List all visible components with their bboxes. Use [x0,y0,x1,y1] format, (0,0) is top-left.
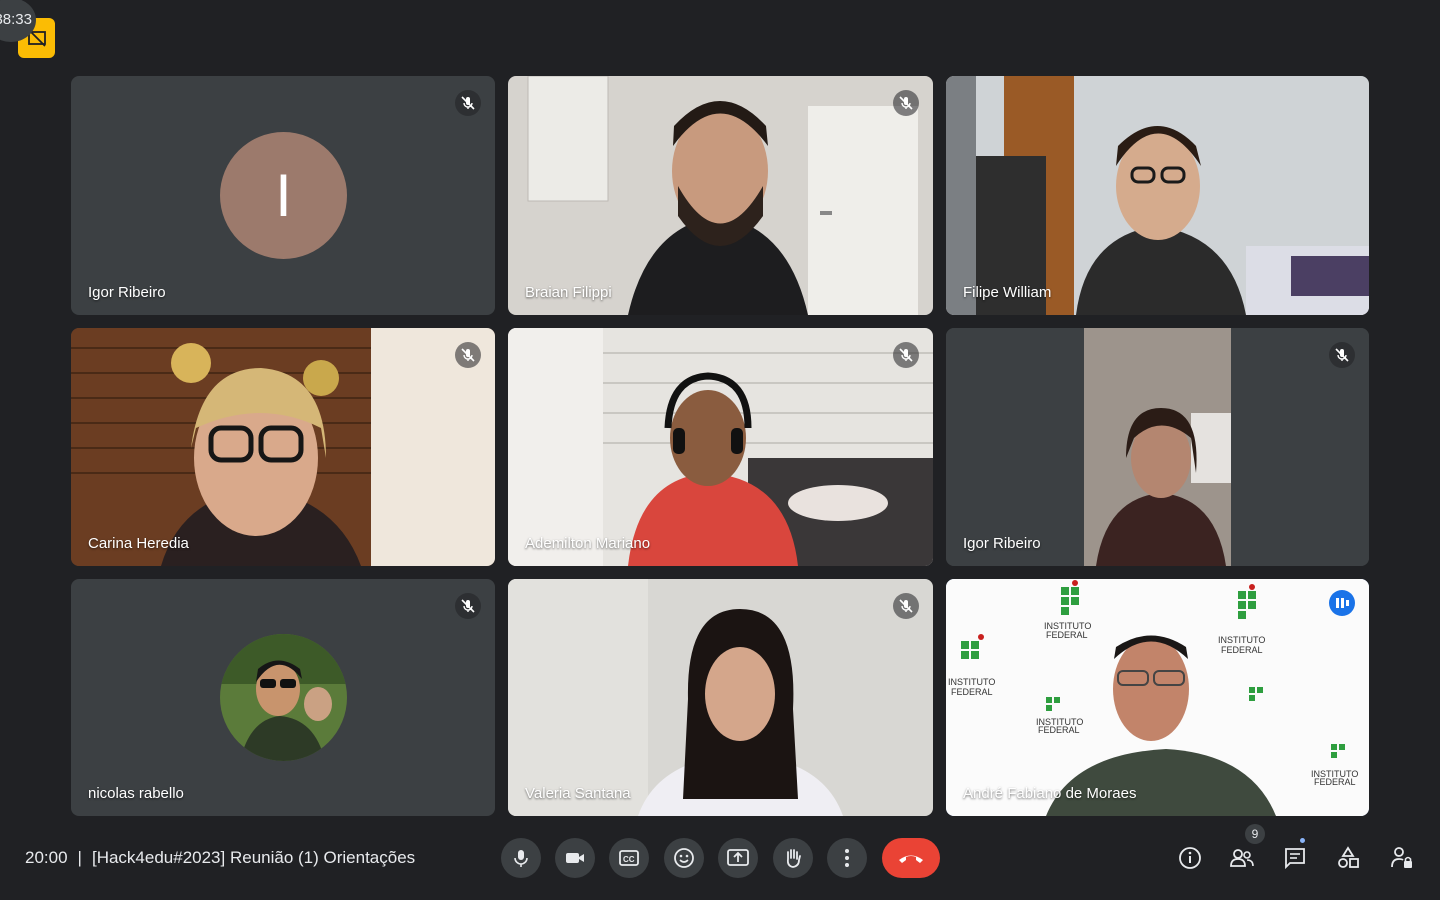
chat-button[interactable] [1277,840,1313,876]
participant-tile[interactable]: Valeria Santana [508,579,933,816]
mic-button[interactable] [501,838,541,878]
participant-tile-active-speaker[interactable]: INSTITUTO FEDERAL INSTITUTO FEDERAL INSTIT… [946,579,1369,816]
mic-off-icon [893,342,919,368]
present-icon [727,849,749,866]
camera-icon [566,853,584,863]
raise-hand-icon [786,849,801,868]
captions-button[interactable]: CC [609,838,649,878]
captions-icon: CC [619,850,639,866]
emoji-button[interactable] [664,838,704,878]
participant-name: nicolas rabello [88,785,184,802]
people-button[interactable] [1224,840,1260,876]
participant-tile[interactable]: nicolas rabello [71,579,495,816]
avatar: I [220,132,347,259]
participant-name: André Fabiano de Moraes [963,785,1137,802]
participant-video [946,76,1369,315]
participant-name: Braian Filippi [525,284,612,301]
participant-video: INSTITUTOFEDERAL INSTITUTOFEDERAL INSTIT… [946,579,1369,816]
mic-off-icon [893,90,919,116]
svg-text:FEDERAL: FEDERAL [1046,630,1088,640]
mic-off-icon [1329,342,1355,368]
svg-text:FEDERAL: FEDERAL [1038,725,1080,735]
mic-off-icon [455,90,481,116]
lock-person-icon [1391,847,1412,868]
end-call-icon [899,855,923,863]
participant-grid: I Igor Ribeiro Braian Filippi Filipe Wil… [71,76,1369,816]
participant-video [508,579,933,816]
control-bar: 20:00 | [Hack4edu#2023] Reunião (1) Orient… [0,820,1440,900]
svg-text:FEDERAL: FEDERAL [951,687,993,697]
participant-name: Ademilton Mariano [525,535,651,552]
participant-tile[interactable]: I Igor Ribeiro [71,76,495,315]
participant-tile[interactable]: Igor Ribeiro [946,328,1369,566]
participant-video [946,328,1369,566]
participant-tile[interactable]: Braian Filippi [508,76,933,315]
meeting-details-button[interactable] [1172,840,1208,876]
info-icon [1179,847,1201,869]
more-options-icon [845,849,849,867]
svg-text:CC: CC [623,855,635,864]
participant-name: Valeria Santana [525,785,631,802]
participant-name: Filipe William [963,284,1052,301]
participant-tile[interactable]: Filipe William [946,76,1369,315]
participant-video [71,328,495,566]
svg-text:INSTITUTO: INSTITUTO [1218,635,1265,645]
participant-tile[interactable]: Carina Heredia [71,328,495,566]
present-button[interactable] [718,838,758,878]
host-controls-button[interactable] [1384,840,1420,876]
mic-off-icon [893,593,919,619]
more-options-button[interactable] [827,838,867,878]
meeting-title: [Hack4edu#2023] Reunião (1) Orientações [91,848,416,867]
leave-call-button[interactable] [882,838,940,878]
mic-icon [514,850,528,867]
svg-text:FEDERAL: FEDERAL [1314,777,1356,787]
raise-hand-button[interactable] [773,838,813,878]
meeting-time: 20:00 [25,848,68,867]
participant-name: Carina Heredia [88,535,189,552]
mic-off-icon [455,342,481,368]
mic-off-icon [455,593,481,619]
separator: | [77,848,82,867]
people-icon [1230,849,1254,867]
avatar [220,634,347,761]
participant-name: Igor Ribeiro [963,535,1041,552]
participant-tile[interactable]: Ademilton Mariano [508,328,933,566]
activities-icon [1338,846,1359,868]
emoji-icon [674,848,694,868]
svg-text:INSTITUTO: INSTITUTO [948,677,995,687]
activities-button[interactable] [1330,840,1366,876]
chat-icon [1285,848,1305,870]
participant-name: Igor Ribeiro [88,284,166,301]
participant-video [508,328,933,566]
camera-button[interactable] [555,838,595,878]
meeting-info: 20:00 | [Hack4edu#2023] Reunião (1) Orient… [25,848,415,868]
svg-text:FEDERAL: FEDERAL [1221,645,1263,655]
participant-video [508,76,933,315]
